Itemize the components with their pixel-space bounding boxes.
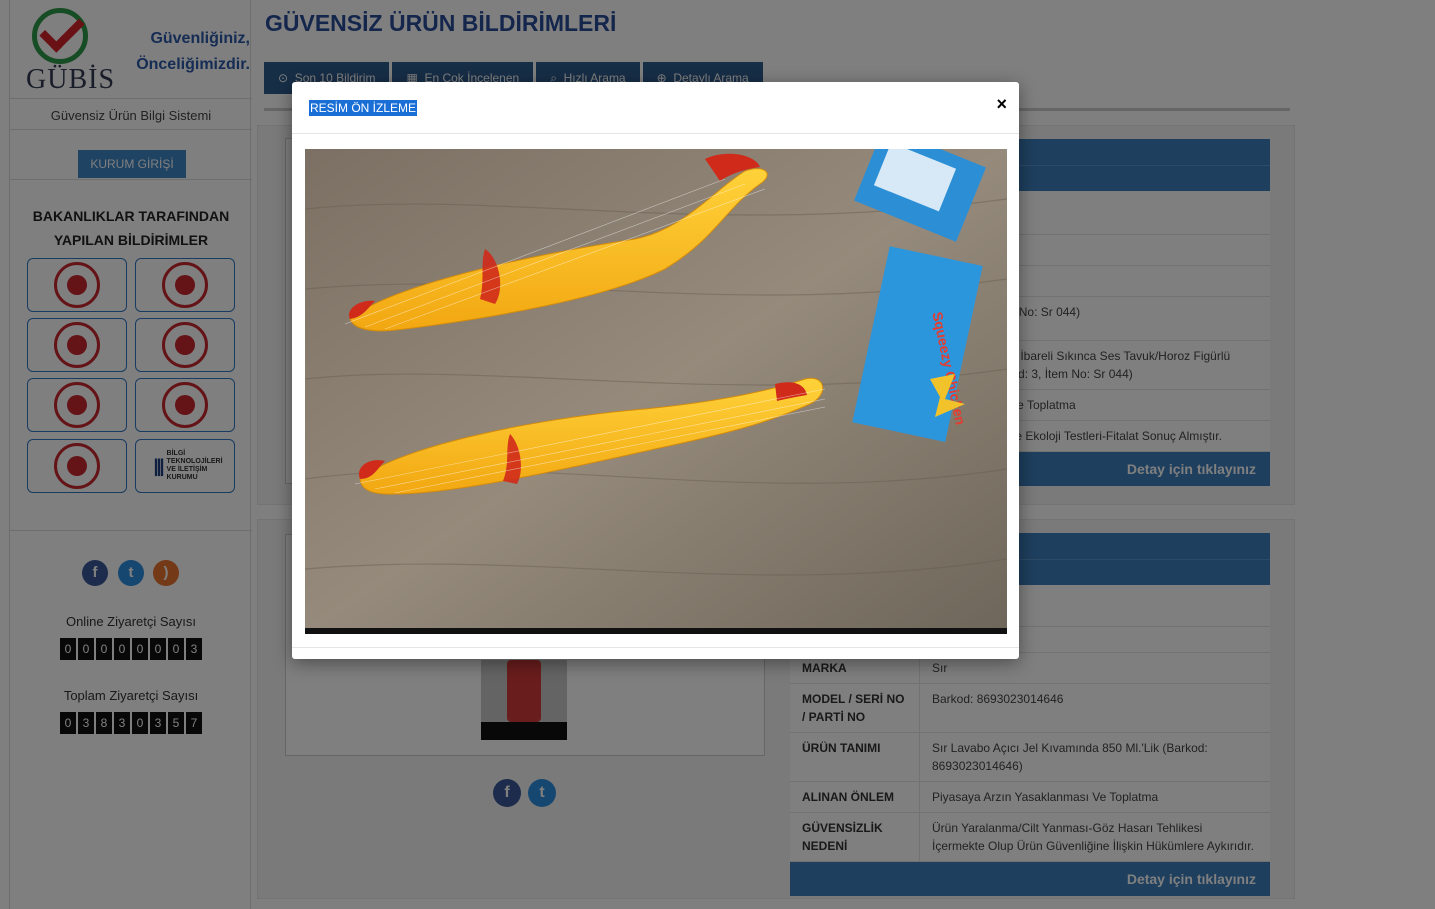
modal-title: RESİM ÖN İZLEME	[309, 100, 418, 116]
modal-header: RESİM ÖN İZLEME ×	[292, 82, 1019, 134]
photo-bottom-bar	[305, 628, 1007, 634]
preview-image: Squeezy Chicken	[305, 149, 1007, 634]
product-photo: Squeezy Chicken	[305, 149, 1007, 634]
modal-footer-divider	[292, 647, 1019, 648]
close-icon[interactable]: ×	[996, 94, 1007, 115]
image-preview-modal: RESİM ÖN İZLEME × Squeezy Chicken	[292, 82, 1019, 659]
